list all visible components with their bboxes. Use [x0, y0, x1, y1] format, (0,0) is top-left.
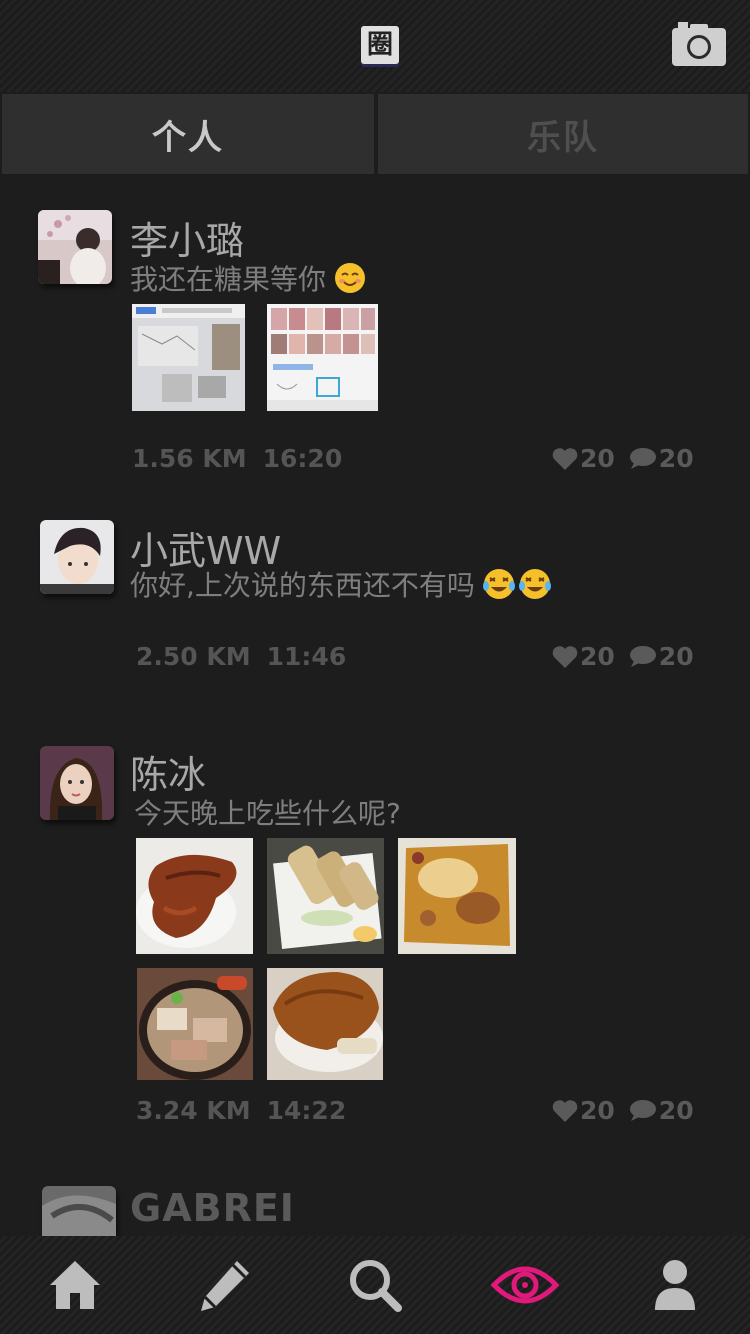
segment-tabs: 个人 乐队 [0, 92, 750, 176]
smiling-emoji-icon [334, 262, 366, 301]
post-meta: 3.24 KM 14:22 [136, 1096, 346, 1125]
username[interactable]: GABREI [130, 1186, 295, 1230]
nav-search[interactable] [300, 1236, 450, 1334]
avatar[interactable] [38, 210, 112, 284]
distance: 3.24 KM [136, 1096, 251, 1125]
post-message: 今天晚上吃些什么呢? [134, 797, 401, 830]
tears-of-joy-emoji-icon [482, 568, 553, 607]
post-meta: 1.56 KM 16:20 [132, 444, 342, 473]
message-text: 我还在糖果等你 [130, 263, 327, 296]
username[interactable]: 李小璐 [130, 210, 244, 265]
app-logo: 圈 [361, 26, 399, 64]
tab-personal[interactable]: 个人 [2, 94, 374, 174]
nav-discover[interactable] [450, 1236, 600, 1334]
avatar[interactable] [40, 520, 114, 594]
post-meta: 2.50 KM 11:46 [136, 642, 346, 671]
post-time: 11:46 [266, 642, 347, 671]
message-text: 你好,上次说的东西还不有吗 [130, 569, 475, 602]
post-image[interactable] [267, 838, 384, 954]
like-count: 20 [580, 444, 615, 473]
home-icon [50, 1261, 100, 1309]
like-count: 20 [580, 1096, 615, 1125]
feed-post[interactable]: 小武WW 你好,上次说的东西还不有吗 2.50 KM 11:46 20 20 [0, 490, 750, 700]
comment-count: 20 [658, 444, 694, 473]
comment-icon[interactable] [627, 1099, 657, 1123]
nav-compose[interactable] [150, 1236, 300, 1334]
post-image[interactable] [132, 304, 245, 411]
post-image[interactable] [137, 968, 253, 1080]
post-stats: 20 20 [552, 1096, 694, 1125]
post-image[interactable] [267, 968, 383, 1080]
avatar[interactable] [42, 1186, 116, 1236]
feed-post[interactable]: 李小璐 我还在糖果等你 1.56 KM 16:20 20 20 [0, 180, 750, 486]
heart-icon[interactable] [552, 447, 578, 471]
pencil-icon [201, 1261, 249, 1311]
eye-icon [491, 1266, 559, 1304]
bottom-nav [0, 1236, 750, 1334]
nav-home[interactable] [0, 1236, 150, 1334]
comment-count: 20 [658, 1096, 694, 1125]
feed-post[interactable]: 陈冰 今天晚上吃些什么呢? 3.24 KM 14:22 20 20 [0, 706, 750, 1156]
camera-icon[interactable] [672, 22, 726, 66]
username[interactable]: 陈冰 [130, 744, 206, 799]
post-image[interactable] [398, 838, 516, 954]
post-image[interactable] [267, 304, 378, 411]
comment-icon[interactable] [627, 447, 657, 471]
distance: 2.50 KM [136, 642, 251, 671]
top-bar: 圈 [0, 0, 750, 92]
post-stats: 20 20 [552, 642, 694, 671]
search-icon [350, 1260, 402, 1312]
like-count: 20 [580, 642, 615, 671]
feed-post[interactable]: GABREI [0, 1160, 750, 1236]
post-time: 16:20 [262, 444, 343, 473]
post-stats: 20 20 [552, 444, 694, 473]
profile-icon [655, 1260, 695, 1310]
post-message: 你好,上次说的东西还不有吗 [130, 564, 553, 607]
heart-icon[interactable] [552, 645, 578, 669]
comment-count: 20 [658, 642, 694, 671]
post-message: 我还在糖果等你 [130, 258, 366, 301]
comment-icon[interactable] [627, 645, 657, 669]
post-time: 14:22 [266, 1096, 347, 1125]
post-image[interactable] [136, 838, 253, 954]
avatar[interactable] [40, 746, 114, 820]
nav-profile[interactable] [600, 1236, 750, 1334]
heart-icon[interactable] [552, 1099, 578, 1123]
tab-band[interactable]: 乐队 [378, 94, 748, 174]
distance: 1.56 KM [132, 444, 247, 473]
